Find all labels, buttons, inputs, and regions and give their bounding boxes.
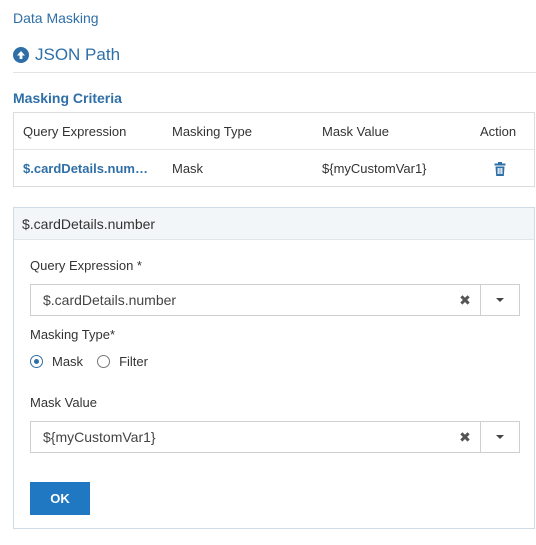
- breadcrumb[interactable]: Data Masking: [13, 10, 99, 26]
- chevron-down-icon[interactable]: [481, 285, 519, 315]
- column-header-mask-value: Mask Value: [322, 124, 389, 139]
- query-expression-input[interactable]: $.cardDetails.number: [31, 292, 450, 308]
- masking-type-cell: Mask: [172, 161, 204, 176]
- circle-up-arrow-icon: [13, 47, 29, 63]
- masking-criteria-table: Query Expression Masking Type Mask Value…: [13, 112, 535, 187]
- editor-title: $.cardDetails.number: [14, 208, 534, 240]
- action-cell: [480, 150, 528, 187]
- radio-filter[interactable]: Filter: [97, 354, 148, 369]
- json-path-label: JSON Path: [35, 45, 121, 64]
- clear-icon[interactable]: ✖: [450, 285, 480, 315]
- query-expression-label: Query Expression *: [30, 258, 142, 273]
- chevron-down-icon[interactable]: [481, 422, 519, 452]
- criteria-editor-panel: $.cardDetails.number Query Expression * …: [13, 207, 535, 529]
- ok-button[interactable]: OK: [30, 482, 90, 515]
- divider: [13, 72, 536, 73]
- data-masking-page: Data Masking JSON Path Masking Criteria …: [0, 0, 536, 545]
- radio-selected-icon[interactable]: [30, 355, 43, 368]
- radio-mask[interactable]: Mask: [30, 354, 83, 369]
- masking-type-radio-group: Mask Filter: [30, 354, 162, 369]
- column-header-action: Action: [480, 124, 517, 139]
- masking-type-label: Masking Type*: [30, 327, 116, 342]
- radio-mask-label: Mask: [52, 354, 84, 369]
- table-row[interactable]: $.cardDetails.num… Mask ${myCustomVar1}: [14, 150, 534, 187]
- json-path-link[interactable]: JSON Path: [13, 45, 120, 65]
- radio-filter-label: Filter: [119, 354, 148, 369]
- mask-value-label: Mask Value: [30, 395, 97, 410]
- query-expression-combobox[interactable]: $.cardDetails.number ✖: [30, 284, 520, 316]
- mask-value-combobox[interactable]: ${myCustomVar1} ✖: [30, 421, 520, 453]
- column-header-masking-type: Masking Type: [172, 124, 252, 139]
- trash-icon[interactable]: [494, 161, 506, 176]
- query-expression-link[interactable]: $.cardDetails.num…: [23, 150, 153, 187]
- table-header-row: Query Expression Masking Type Mask Value…: [14, 113, 534, 150]
- mask-value-cell: ${myCustomVar1}: [322, 161, 427, 176]
- clear-icon[interactable]: ✖: [450, 422, 480, 452]
- masking-criteria-title: Masking Criteria: [13, 90, 122, 106]
- column-header-query-expression: Query Expression: [23, 124, 127, 139]
- mask-value-input[interactable]: ${myCustomVar1}: [31, 429, 450, 445]
- radio-unselected-icon[interactable]: [97, 355, 111, 368]
